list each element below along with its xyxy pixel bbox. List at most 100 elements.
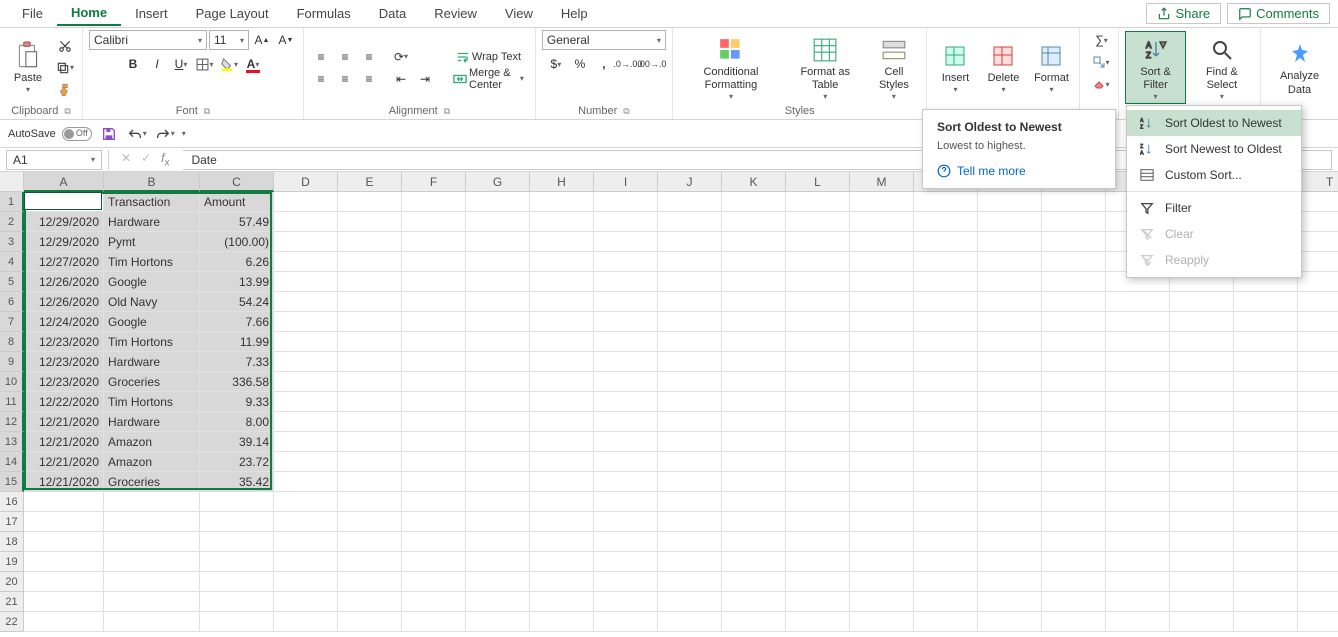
cell-P5[interactable]: [1042, 272, 1106, 292]
cell-K6[interactable]: [722, 292, 786, 312]
cell-N7[interactable]: [914, 312, 978, 332]
cell-H13[interactable]: [530, 432, 594, 452]
cell-I19[interactable]: [594, 552, 658, 572]
row-header-16[interactable]: 16: [0, 492, 24, 512]
wrap-text-button[interactable]: Wrap Text: [448, 47, 529, 67]
cell-K17[interactable]: [722, 512, 786, 532]
cell-D19[interactable]: [274, 552, 338, 572]
accept-formula-icon[interactable]: ✓: [141, 151, 151, 168]
cell-M18[interactable]: [850, 532, 914, 552]
cell-I9[interactable]: [594, 352, 658, 372]
col-header-E[interactable]: E: [338, 172, 402, 192]
cell-C12[interactable]: 8.00: [200, 412, 274, 432]
cell-M2[interactable]: [850, 212, 914, 232]
cell-L7[interactable]: [786, 312, 850, 332]
cell-J22[interactable]: [658, 612, 722, 632]
font-launcher-icon[interactable]: ⧉: [204, 106, 210, 117]
menu-sort-newest-oldest[interactable]: ZA Sort Newest to Oldest: [1127, 136, 1301, 162]
cell-P22[interactable]: [1042, 612, 1106, 632]
cell-P11[interactable]: [1042, 392, 1106, 412]
cell-H12[interactable]: [530, 412, 594, 432]
cell-A6[interactable]: 12/26/2020: [24, 292, 104, 312]
cell-B17[interactable]: [104, 512, 200, 532]
row-header-8[interactable]: 8: [0, 332, 24, 352]
cell-L14[interactable]: [786, 452, 850, 472]
cell-E4[interactable]: [338, 252, 402, 272]
cell-I18[interactable]: [594, 532, 658, 552]
cell-G14[interactable]: [466, 452, 530, 472]
cell-T18[interactable]: [1298, 532, 1338, 552]
cell-P17[interactable]: [1042, 512, 1106, 532]
cell-T14[interactable]: [1298, 452, 1338, 472]
cell-E7[interactable]: [338, 312, 402, 332]
cell-L3[interactable]: [786, 232, 850, 252]
cell-I4[interactable]: [594, 252, 658, 272]
cell-A14[interactable]: 12/21/2020: [24, 452, 104, 472]
cell-A9[interactable]: 12/23/2020: [24, 352, 104, 372]
cell-R16[interactable]: [1170, 492, 1234, 512]
cell-D21[interactable]: [274, 592, 338, 612]
tab-help[interactable]: Help: [547, 2, 602, 25]
cell-F14[interactable]: [402, 452, 466, 472]
cell-H5[interactable]: [530, 272, 594, 292]
cell-Q22[interactable]: [1106, 612, 1170, 632]
cell-C21[interactable]: [200, 592, 274, 612]
cell-S6[interactable]: [1234, 292, 1298, 312]
cell-C9[interactable]: 7.33: [200, 352, 274, 372]
cell-T13[interactable]: [1298, 432, 1338, 452]
cell-G5[interactable]: [466, 272, 530, 292]
cell-L11[interactable]: [786, 392, 850, 412]
cell-D11[interactable]: [274, 392, 338, 412]
cell-B4[interactable]: Tim Hortons: [104, 252, 200, 272]
cell-N13[interactable]: [914, 432, 978, 452]
cell-H18[interactable]: [530, 532, 594, 552]
cell-O9[interactable]: [978, 352, 1042, 372]
cell-N14[interactable]: [914, 452, 978, 472]
tab-review[interactable]: Review: [420, 2, 491, 25]
col-header-G[interactable]: G: [466, 172, 530, 192]
cell-P10[interactable]: [1042, 372, 1106, 392]
cell-E6[interactable]: [338, 292, 402, 312]
cell-I3[interactable]: [594, 232, 658, 252]
cell-S11[interactable]: [1234, 392, 1298, 412]
cell-R10[interactable]: [1170, 372, 1234, 392]
cell-L8[interactable]: [786, 332, 850, 352]
cell-G8[interactable]: [466, 332, 530, 352]
cell-N8[interactable]: [914, 332, 978, 352]
cell-H22[interactable]: [530, 612, 594, 632]
cell-J19[interactable]: [658, 552, 722, 572]
cell-H17[interactable]: [530, 512, 594, 532]
cell-M8[interactable]: [850, 332, 914, 352]
cell-P20[interactable]: [1042, 572, 1106, 592]
cell-O15[interactable]: [978, 472, 1042, 492]
cell-J2[interactable]: [658, 212, 722, 232]
fx-icon[interactable]: fx: [161, 151, 169, 168]
cell-F15[interactable]: [402, 472, 466, 492]
cell-K9[interactable]: [722, 352, 786, 372]
cell-E5[interactable]: [338, 272, 402, 292]
cell-J8[interactable]: [658, 332, 722, 352]
cell-B10[interactable]: Groceries: [104, 372, 200, 392]
cell-N10[interactable]: [914, 372, 978, 392]
cell-S16[interactable]: [1234, 492, 1298, 512]
cell-C16[interactable]: [200, 492, 274, 512]
cell-E16[interactable]: [338, 492, 402, 512]
cell-K22[interactable]: [722, 612, 786, 632]
cell-D1[interactable]: [274, 192, 338, 212]
conditional-formatting-button[interactable]: Conditional Formatting▾: [679, 32, 783, 104]
cell-I8[interactable]: [594, 332, 658, 352]
cell-K2[interactable]: [722, 212, 786, 232]
row-header-13[interactable]: 13: [0, 432, 24, 452]
align-top-icon[interactable]: ≡: [310, 47, 332, 67]
row-header-17[interactable]: 17: [0, 512, 24, 532]
cell-Q12[interactable]: [1106, 412, 1170, 432]
cell-H10[interactable]: [530, 372, 594, 392]
cell-C13[interactable]: 39.14: [200, 432, 274, 452]
cell-H20[interactable]: [530, 572, 594, 592]
cell-B15[interactable]: Groceries: [104, 472, 200, 492]
cell-A15[interactable]: 12/21/2020: [24, 472, 104, 492]
cell-G20[interactable]: [466, 572, 530, 592]
cell-S14[interactable]: [1234, 452, 1298, 472]
cell-Q20[interactable]: [1106, 572, 1170, 592]
cell-N17[interactable]: [914, 512, 978, 532]
